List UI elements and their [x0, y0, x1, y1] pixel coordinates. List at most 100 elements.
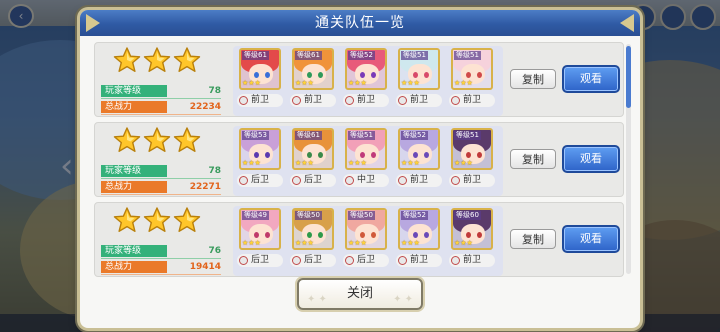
position-icon — [239, 256, 248, 265]
character-rarity-stars: ★★★ — [401, 79, 420, 87]
character-level: 等级52 — [401, 131, 428, 140]
position-icon — [239, 96, 248, 105]
character-card[interactable]: 等级52 ★★★ 前卫 — [396, 128, 442, 194]
character-position: 前卫 — [396, 94, 442, 107]
character-position: 后卫 — [290, 254, 336, 267]
character-position: 前卫 — [343, 94, 389, 107]
character-card[interactable]: 等级61 ★★★ 前卫 — [290, 48, 336, 114]
character-card[interactable]: 等级51 ★★★ 中卫 — [343, 128, 389, 194]
position-label: 前卫 — [303, 95, 322, 105]
character-level: 等级60 — [454, 211, 481, 220]
character-rarity-stars: ★★★ — [348, 159, 367, 167]
character-portrait: 等级50 ★★★ — [292, 208, 334, 250]
character-rarity-stars: ★★★ — [295, 79, 314, 87]
copy-button[interactable]: 复制 — [510, 69, 556, 89]
team-row: 玩家等级 78 总战力 22234 等级61 ★★★ 前卫 等级61 ★★★ 前卫 等级52 ★★★ 前… — [94, 42, 624, 117]
team-members: 等级61 ★★★ 前卫 等级61 ★★★ 前卫 等级52 ★★★ 前卫 等级51 ★★★ 前卫 等级51… — [233, 46, 503, 116]
character-level: 等级52 — [348, 51, 375, 60]
position-icon — [345, 176, 354, 185]
view-button[interactable]: 观看 — [562, 225, 620, 253]
copy-button[interactable]: 复制 — [510, 229, 556, 249]
total-power-label: 总战力 — [101, 101, 167, 113]
copy-button[interactable]: 复制 — [510, 149, 556, 169]
character-level: 等级61 — [295, 51, 322, 60]
character-card[interactable]: 等级51 ★★★ 前卫 — [449, 48, 495, 114]
character-position: 前卫 — [237, 94, 283, 107]
character-card[interactable]: 等级52 ★★★ 前卫 — [343, 48, 389, 114]
clear-rating-stars — [113, 207, 201, 233]
player-level-value: 78 — [208, 166, 221, 176]
character-portrait: 等级51 ★★★ — [451, 128, 493, 170]
character-portrait: 等级52 ★★★ — [345, 48, 387, 90]
position-icon — [398, 256, 407, 265]
position-label: 后卫 — [250, 255, 269, 265]
character-portrait: 等级53 ★★★ — [239, 128, 281, 170]
copy-button-label: 复制 — [522, 73, 544, 86]
character-card[interactable]: 等级51 ★★★ 前卫 — [449, 128, 495, 194]
clear-team-list-dialog: 通关队伍一览 玩家等级 78 总战力 22234 等级61 ★★★ 前卫 等级61 ★★★ 前卫等… — [80, 10, 640, 328]
view-button-label: 观看 — [580, 232, 602, 245]
character-level: 等级61 — [295, 131, 322, 140]
position-label: 前卫 — [409, 175, 428, 185]
character-level: 等级53 — [242, 131, 269, 140]
view-button[interactable]: 观看 — [562, 145, 620, 173]
character-card[interactable]: 等级49 ★★★ 后卫 — [237, 208, 283, 274]
character-level: 等级51 — [454, 131, 481, 140]
player-level-label: 玩家等级 — [101, 165, 167, 177]
position-icon — [292, 96, 301, 105]
character-card[interactable]: 等级50 ★★★ 后卫 — [290, 208, 336, 274]
character-level: 等级50 — [295, 211, 322, 220]
star-icon — [113, 127, 141, 153]
scroll-thumb[interactable] — [626, 46, 631, 108]
character-position: 前卫 — [449, 174, 495, 187]
position-icon — [239, 176, 248, 185]
character-portrait: 等级60 ★★★ — [451, 208, 493, 250]
view-button-label: 观看 — [580, 72, 602, 85]
position-label: 后卫 — [303, 175, 322, 185]
team-list-scrollbar[interactable] — [626, 44, 631, 274]
position-label: 后卫 — [356, 255, 375, 265]
character-card[interactable]: 等级60 ★★★ 前卫 — [449, 208, 495, 274]
character-rarity-stars: ★★★ — [348, 239, 367, 247]
sparkle-icon: ✦ ✦ — [393, 294, 413, 305]
clear-rating-stars — [113, 127, 201, 153]
view-button[interactable]: 观看 — [562, 65, 620, 93]
character-position: 前卫 — [290, 94, 336, 107]
team-row: 玩家等级 76 总战力 19414 等级49 ★★★ 后卫 等级50 ★★★ 后卫 等级50 ★★★ 后… — [94, 202, 624, 277]
character-position: 前卫 — [396, 254, 442, 267]
character-rarity-stars: ★★★ — [295, 239, 314, 247]
star-icon — [173, 207, 201, 233]
position-label: 前卫 — [409, 255, 428, 265]
character-portrait: 等级51 ★★★ — [398, 48, 440, 90]
character-card[interactable]: 等级50 ★★★ 后卫 — [343, 208, 389, 274]
total-power-stat: 总战力 22271 — [101, 181, 221, 195]
dialog-title: 通关队伍一览 — [80, 10, 640, 36]
character-card[interactable]: 等级53 ★★★ 后卫 — [237, 128, 283, 194]
position-icon — [398, 176, 407, 185]
total-power-label: 总战力 — [101, 181, 167, 193]
character-portrait: 等级51 ★★★ — [451, 48, 493, 90]
character-card[interactable]: 等级51 ★★★ 前卫 — [396, 48, 442, 114]
position-label: 前卫 — [462, 95, 481, 105]
character-position: 后卫 — [237, 174, 283, 187]
character-card[interactable]: 等级61 ★★★ 后卫 — [290, 128, 336, 194]
character-rarity-stars: ★★★ — [242, 159, 261, 167]
team-members: 等级53 ★★★ 后卫 等级61 ★★★ 后卫 等级51 ★★★ 中卫 等级52 ★★★ 前卫 等级51… — [233, 126, 503, 196]
team-list[interactable]: 玩家等级 78 总战力 22234 等级61 ★★★ 前卫 等级61 ★★★ 前卫 等级52 ★★★ 前… — [94, 40, 628, 278]
player-level-stat: 玩家等级 76 — [101, 245, 221, 259]
character-rarity-stars: ★★★ — [454, 79, 473, 87]
position-label: 前卫 — [462, 175, 481, 185]
character-position: 前卫 — [396, 174, 442, 187]
close-button[interactable]: ✦ ✦ 关闭 ✦ ✦ — [297, 278, 423, 310]
position-icon — [345, 96, 354, 105]
character-card[interactable]: 等级61 ★★★ 前卫 — [237, 48, 283, 114]
sparkle-icon: ✦ ✦ — [307, 294, 327, 305]
character-card[interactable]: 等级52 ★★★ 前卫 — [396, 208, 442, 274]
total-power-value: 22234 — [189, 102, 221, 112]
character-level: 等级52 — [401, 211, 428, 220]
character-level: 等级61 — [242, 51, 269, 60]
view-button-label: 观看 — [580, 152, 602, 165]
star-icon — [113, 207, 141, 233]
team-members: 等级49 ★★★ 后卫 等级50 ★★★ 后卫 等级50 ★★★ 后卫 等级52 ★★★ 前卫 等级60… — [233, 206, 503, 276]
character-rarity-stars: ★★★ — [242, 239, 261, 247]
